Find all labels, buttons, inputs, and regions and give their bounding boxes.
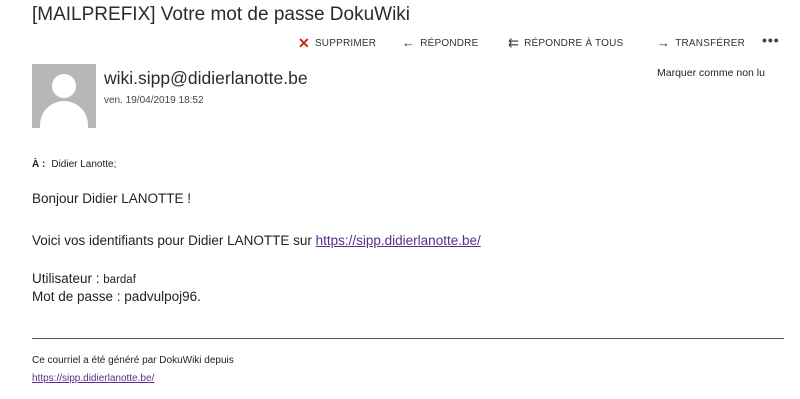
password-line: Mot de passe : padvulpoj96.: [32, 289, 201, 304]
mark-unread-link[interactable]: Marquer comme non lu: [657, 67, 765, 79]
site-link[interactable]: https://sipp.didierlanotte.be/: [316, 233, 481, 248]
to-label: À :: [32, 159, 46, 170]
double-arrow-left-icon: ⇇: [508, 35, 520, 50]
forward-button[interactable]: → TRANSFÉRER: [657, 35, 745, 50]
email-subject: [MAILPREFIX] Votre mot de passe DokuWiki: [32, 4, 411, 25]
footer-link-row: https://sipp.didierlanotte.be/: [32, 373, 154, 384]
sender-address: wiki.sipp@didierlanotte.be: [104, 68, 308, 88]
username-label: Utilisateur :: [32, 271, 104, 286]
intro-text: Voici vos identifiants pour Didier LANOT…: [32, 233, 316, 248]
footer-divider: [32, 338, 784, 339]
delete-button[interactable]: ✕ SUPPRIMER: [298, 35, 377, 51]
arrow-left-icon: ←: [402, 35, 416, 50]
person-avatar-icon: [32, 64, 96, 128]
delete-label: SUPPRIMER: [314, 37, 377, 49]
footer-link[interactable]: https://sipp.didierlanotte.be/: [32, 373, 154, 384]
username-line: Utilisateur : bardaf: [32, 271, 136, 286]
greeting-text: Bonjour Didier LANOTTE !: [32, 191, 192, 206]
ellipsis-icon: •••: [762, 32, 780, 48]
received-date: ven. 19/04/2019 18:52: [104, 95, 204, 106]
recipients-row: À : Didier Lanotte;: [32, 159, 116, 170]
intro-paragraph: Voici vos identifiants pour Didier LANOT…: [32, 233, 481, 248]
more-actions-button[interactable]: •••: [762, 32, 780, 48]
reply-all-label: RÉPONDRE À TOUS: [524, 37, 624, 49]
close-x-icon: ✕: [298, 35, 310, 51]
arrow-right-icon: →: [657, 35, 671, 50]
reply-label: RÉPONDRE: [420, 37, 479, 49]
reply-all-button[interactable]: ⇇ RÉPONDRE À TOUS: [508, 35, 624, 50]
reply-button[interactable]: ← RÉPONDRE: [402, 35, 479, 50]
username-value: bardaf: [103, 274, 136, 286]
footer-text: Ce courriel a été généré par DokuWiki de…: [32, 355, 234, 366]
recipient-name[interactable]: Didier Lanotte;: [51, 159, 116, 170]
forward-label: TRANSFÉRER: [675, 37, 745, 49]
